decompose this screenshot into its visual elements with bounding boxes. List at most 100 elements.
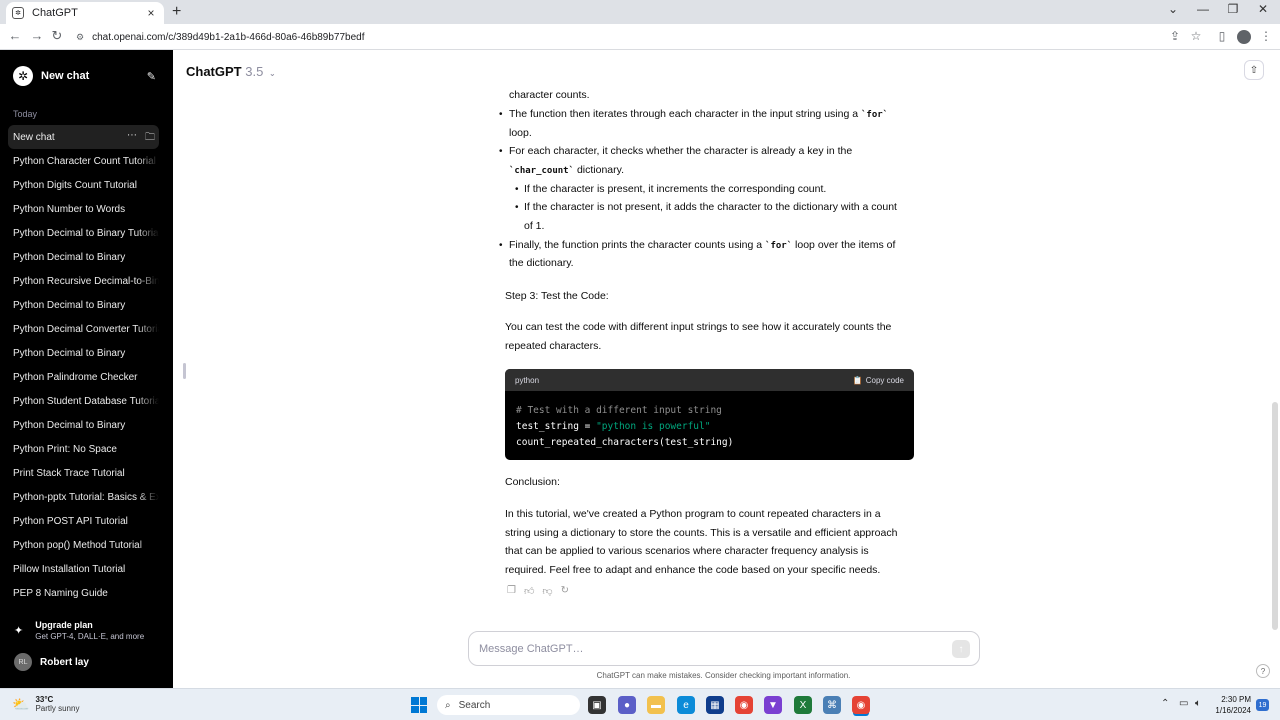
sidebar-item-label: Python POST API Tutorial [13, 515, 128, 527]
restore-button[interactable]: ❐ [1218, 2, 1248, 16]
sidebar-item-label: Pillow Installation Tutorial [13, 563, 126, 575]
sidebar-item[interactable]: Python Decimal to Binary [8, 413, 159, 437]
excel-icon[interactable]: X [794, 696, 812, 714]
sidebar-item[interactable]: Python Digits Count Tutorial [8, 173, 159, 197]
bullet: • [515, 184, 519, 195]
chrome-active-icon[interactable]: ◉ [852, 696, 870, 714]
store-icon[interactable]: ▦ [706, 696, 724, 714]
upgrade-plan-button[interactable]: ✦ Upgrade plan Get GPT-4, DALL·E, and mo… [14, 620, 164, 641]
volume-icon[interactable]: 🔈︎ [1195, 698, 1201, 709]
copy-code-button[interactable]: 📋 Copy code [853, 376, 904, 385]
minimize-button[interactable]: — [1188, 2, 1218, 16]
sidebar-item[interactable]: Python Decimal Converter Tutorial [8, 317, 159, 341]
sidebar-item[interactable]: Python Decimal to Binary [8, 293, 159, 317]
openai-logo-icon: ✲ [13, 66, 33, 86]
sidebar-item[interactable]: Python Print: No Space [8, 437, 159, 461]
text-fade [137, 317, 159, 341]
vpn-app-icon[interactable]: ▼ [764, 696, 782, 714]
text-fade [137, 341, 159, 365]
text-fade [137, 245, 159, 269]
sidebar-item[interactable]: Python Decimal to Binary [8, 341, 159, 365]
sidebar-item[interactable]: Python Decimal to Binary Tutorial [8, 221, 159, 245]
sidebar-item[interactable]: Python Student Database Tutorial [8, 389, 159, 413]
user-menu[interactable]: RL Robert lay [14, 653, 89, 671]
new-chat-button[interactable]: ✲ New chat ✎ [8, 62, 160, 90]
sidebar-item[interactable]: Print Stack Trace Tutorial [8, 461, 159, 485]
reload-icon[interactable]: ↻ [48, 28, 66, 44]
browser-tab[interactable]: ✲ ChatGPT × [6, 2, 164, 24]
text-fade [137, 509, 159, 533]
tray-chevron-icon[interactable]: ⌃ [1161, 698, 1169, 709]
text-fade [137, 365, 159, 389]
chat-main: ChatGPT 3.5 ⌄ ⇧ character counts. • The … [173, 50, 1280, 688]
compose-icon[interactable]: ✎ [147, 70, 156, 83]
text-line: loop. [509, 127, 532, 139]
text-fade [137, 413, 159, 437]
sidebar-item[interactable]: Python Decimal to Binary [8, 245, 159, 269]
address-bar[interactable]: ⚙ chat.openai.com/c/389d49b1-2a1b-466d-8… [76, 27, 1156, 47]
network-icon[interactable]: ▭ [1179, 698, 1188, 709]
tab-search-icon[interactable]: ⌄ [1158, 2, 1188, 16]
bookmark-star-icon[interactable]: ☆ [1188, 29, 1204, 43]
profile-avatar-icon[interactable] [1237, 30, 1251, 44]
sidebar-item[interactable]: Python Character Count Tutorial [8, 149, 159, 173]
text-fade [137, 221, 159, 245]
chrome-icon[interactable]: ◉ [735, 696, 753, 714]
text-line: In this tutorial, we've created a Python… [505, 508, 881, 520]
file-explorer-icon[interactable]: ▬ [647, 696, 665, 714]
archive-icon[interactable]: 🗀 [145, 130, 155, 147]
task-view-icon[interactable]: ▣ [588, 696, 606, 714]
text-fade [137, 173, 159, 197]
taskbar-search[interactable]: ⌕ Search [437, 695, 580, 715]
text-fade [137, 269, 159, 293]
regenerate-icon[interactable]: ↻ [561, 585, 569, 597]
sidebar-item-label: Python Number to Words [13, 203, 126, 215]
url-text: chat.openai.com/c/389d49b1-2a1b-466d-80a… [92, 31, 365, 43]
text-part: dictionary. [576, 164, 625, 176]
network-app-icon[interactable]: ⌘ [823, 696, 841, 714]
thumbs-down-icon[interactable]: 👎︎ [542, 585, 552, 597]
new-tab-button[interactable]: + [172, 3, 181, 21]
send-button[interactable]: ↑ [952, 640, 970, 658]
sidebar-item[interactable]: Python Palindrome Checker [8, 365, 159, 389]
sidebar-item[interactable]: Pillow Installation Tutorial [8, 557, 159, 581]
chat-app-icon[interactable]: ● [618, 696, 636, 714]
edge-icon[interactable]: e [677, 696, 695, 714]
sidebar-item[interactable]: Python Recursive Decimal-to-Binary [8, 269, 159, 293]
clipboard-icon: 📋 [852, 375, 863, 385]
weather-widget[interactable]: ⛅ 33°C Partly sunny [12, 695, 79, 713]
text-line: `char_count` dictionary. [509, 161, 624, 181]
browser-menu-icon[interactable]: ⋮ [1258, 29, 1274, 43]
sidebar-item-active-chat[interactable]: New chat ⋯ 🗀 [8, 125, 159, 149]
sidebar-item-label: New chat [13, 131, 55, 143]
sidebar-item-label: Python Decimal to Binary [13, 299, 126, 311]
message-input[interactable] [479, 641, 939, 657]
help-button[interactable]: ? [1256, 664, 1270, 678]
more-options-icon[interactable]: ⋯ [127, 130, 137, 147]
sidebar-item[interactable]: Python Number to Words [8, 197, 159, 221]
copy-icon[interactable]: ❐ [507, 585, 516, 597]
sidebar-item[interactable]: PEP 8 Naming Guide [8, 581, 159, 605]
clock-date: 1/16/2024 [1215, 706, 1251, 715]
forward-icon[interactable]: → [28, 28, 46, 43]
site-info-icon[interactable]: ⚙ [76, 32, 84, 43]
copy-code-label: Copy code [865, 375, 904, 385]
taskbar-clock[interactable]: 2:30 PM 1/16/2024 [1213, 694, 1251, 716]
sidebar-item[interactable]: Python pop() Method Tutorial [8, 533, 159, 557]
code-line: test_string = "python is powerful" [516, 419, 903, 435]
sidebar-item-label: Python Digits Count Tutorial [13, 179, 137, 191]
sidebar-item[interactable]: Python POST API Tutorial [8, 509, 159, 533]
side-panel-icon[interactable]: ▯ [1214, 29, 1230, 43]
text-fade [137, 149, 159, 173]
windows-start-icon[interactable] [411, 697, 427, 713]
sidebar-item[interactable]: Python-pptx Tutorial: Basics & Examples [8, 485, 159, 509]
windows-taskbar: ⛅ 33°C Partly sunny ⌕ Search ▣ ● ▬ e ▦ ◉… [0, 688, 1280, 720]
partly-sunny-icon: ⛅ [12, 695, 30, 712]
notification-badge[interactable]: 19 [1256, 699, 1269, 711]
tab-close-icon[interactable]: × [144, 6, 158, 20]
clock-time: 2:30 PM [1221, 695, 1251, 704]
back-icon[interactable]: ← [6, 28, 24, 43]
thumbs-up-icon[interactable]: 👍︎ [524, 585, 534, 597]
close-window-button[interactable]: ✕ [1248, 2, 1278, 16]
share-page-icon[interactable]: ⇪ [1167, 29, 1183, 43]
